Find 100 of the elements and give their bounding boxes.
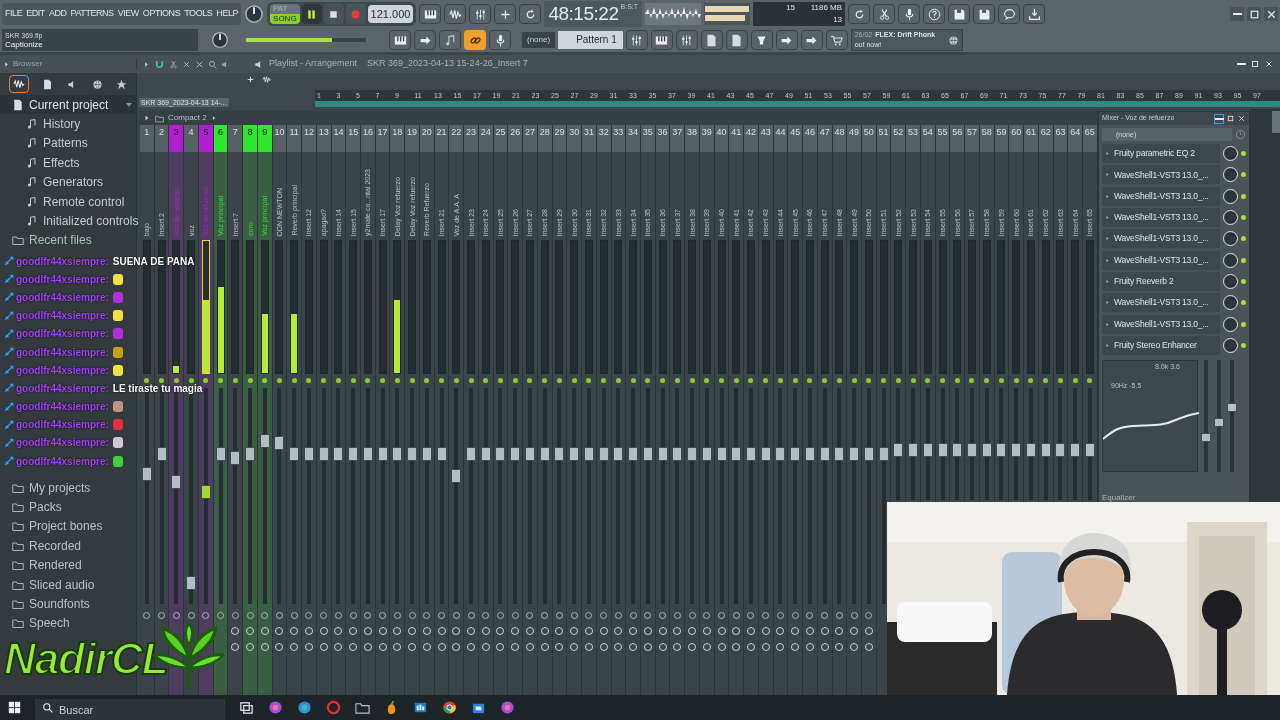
effect-slot[interactable]: Fruity Stereo Enhancer [1102,335,1220,355]
track-number[interactable]: 27 [523,125,537,152]
track-number[interactable]: 16 [361,125,375,152]
pattern-selector[interactable]: Pattern 1 [558,31,623,49]
track-number[interactable]: 61 [1024,125,1038,152]
polyphony-reading: 13 [832,14,843,26]
tempo-field[interactable]: 121.000 [367,5,414,23]
chat-username: goodlfr44xsiempre: [16,254,109,269]
track-number[interactable]: 60 [1009,125,1024,152]
track-number[interactable]: 18 [390,125,405,152]
browser-item[interactable]: Rendered [29,556,82,575]
effect-name: WaveShell1-VST3 13.0_... [1114,211,1209,224]
track-number[interactable]: 38 [685,125,699,152]
track-number[interactable]: 7 [228,125,243,152]
effect-name: Fruity parametric EQ 2 [1114,147,1195,160]
effect-slot[interactable]: WaveShell1-VST3 13.0_... [1102,186,1220,206]
menu-item[interactable]: HELP [216,7,239,21]
track-number[interactable]: 64 [1068,125,1082,152]
menu-item[interactable]: FILE [5,7,23,21]
track-number[interactable]: 52 [891,125,906,152]
mixer-view-selector[interactable]: Compact 2 [168,112,207,124]
chat-message: SUENA DE PANA [112,254,195,269]
chat-username: goodlfr44xsiempre: [16,345,109,360]
track-number[interactable]: 12 [302,125,316,152]
effect-name: WaveShell1-VST3 13.0_... [1114,232,1209,246]
track-number[interactable]: 26 [508,125,523,152]
browser-title: Browser [13,58,43,70]
menu-item[interactable]: PATTERNS [70,7,114,21]
browser-item[interactable]: Project bones [29,517,103,536]
effect-slot[interactable]: WaveShell1-VST3 13.0_... [1102,250,1220,270]
track-number[interactable]: 3 [169,125,184,152]
effect-name: WaveShell1-VST3 13.0_... [1114,253,1209,267]
chat-username: goodlfr44xsiempre: [16,309,109,324]
browser-item[interactable]: Packs [29,497,62,516]
effect-name: WaveShell1-VST3 13.0_... [1114,189,1209,203]
track-number[interactable]: 10 [272,125,287,152]
track-number[interactable]: 53 [906,125,920,152]
browser-item[interactable]: Sliced audio [29,575,95,594]
track-number[interactable]: 65 [1083,125,1097,152]
effect-slot[interactable]: WaveShell1-VST3 13.0_... [1102,208,1220,228]
track-number[interactable]: 57 [965,125,979,152]
track-number[interactable]: 9 [257,125,272,152]
track-number[interactable]: 11 [287,125,302,152]
track-number[interactable]: 56 [950,125,965,152]
track-number[interactable]: 37 [670,125,685,152]
browser-item[interactable]: My projects [29,478,91,497]
effect-slot[interactable]: Fruity parametric EQ 2 [1102,144,1220,164]
track-number[interactable]: 30 [567,125,582,152]
window-title: Playlist - Arrangement [269,57,358,71]
track-number[interactable]: 15 [346,125,360,152]
menu-item[interactable]: EDIT [26,7,45,21]
browser-item[interactable]: Soundfonts [29,594,90,613]
track-number[interactable]: 4 [184,125,198,152]
menu-item[interactable]: TOOLS [184,7,213,21]
track-number[interactable]: 6 [213,125,228,152]
menu-item[interactable]: VIEW [117,7,139,21]
effect-name: Fruity Stereo Enhancer [1114,338,1197,352]
effect-slot[interactable]: WaveShell1-VST3 13.0_... [1102,229,1220,249]
menu-item[interactable]: OPTIONS [142,7,181,21]
track-number[interactable]: 19 [405,125,419,152]
hint-text: Captionize [5,39,44,50]
chat-username: goodlfr44xsiempre: [16,400,109,415]
browser-item[interactable]: Initialized controls [43,212,139,231]
browser-item[interactable]: Recorded [29,536,82,555]
track-number[interactable]: 8 [243,125,257,152]
effect-slot[interactable]: WaveShell1-VST3 13.0_... [1102,165,1220,185]
browser-item[interactable]: Generators [43,173,104,192]
cpu-reading: 15 [785,2,797,14]
chat-username: goodlfr44xsiempre: [16,418,109,433]
browser-item[interactable]: Remote control [43,192,125,211]
effect-slot[interactable]: WaveShell1-VST3 13.0_... [1102,314,1220,334]
chat-username: goodlfr44xsiempre: [16,327,109,342]
time-display: 48:15:22 [548,2,619,26]
track-number[interactable]: 41 [729,125,744,152]
effect-name: WaveShell1-VST3 13.0_... [1114,317,1209,331]
track-number[interactable]: 23 [464,125,478,152]
track-number[interactable]: 1 [140,125,154,152]
track-number[interactable]: 45 [788,125,803,152]
track-number[interactable]: 31 [582,125,596,152]
memory-reading: 1186 MB [809,2,843,14]
chat-username: goodlfr44xsiempre: [16,363,109,378]
menu-item[interactable]: ADD [48,7,67,21]
browser-item[interactable]: Speech [29,614,70,633]
track-number[interactable]: 49 [847,125,861,152]
chat-username: goodlfr44xsiempre: [16,436,109,451]
track-number[interactable]: 22 [449,125,464,152]
track-number[interactable]: 46 [803,125,817,152]
track-number[interactable]: 42 [744,125,758,152]
chat-username: goodlfr44xsiempre: [16,290,109,305]
channel-selector[interactable]: (none) [522,32,556,48]
effect-slot[interactable]: Fruity Reeverb 2 [1102,271,1220,291]
browser-item[interactable]: Recent files [29,231,92,250]
browser-item[interactable]: History [43,115,81,134]
browser-item[interactable]: Effects [43,153,80,172]
search-field[interactable]: Buscar [35,698,225,720]
track-number[interactable]: 34 [626,125,640,152]
chat-username: goodlfr44xsiempre: [16,454,109,469]
effect-slot[interactable]: WaveShell1-VST3 13.0_... [1102,293,1220,313]
browser-item[interactable]: Patterns [43,134,88,153]
chat-username: goodlfr44xsiempre: [16,272,109,287]
